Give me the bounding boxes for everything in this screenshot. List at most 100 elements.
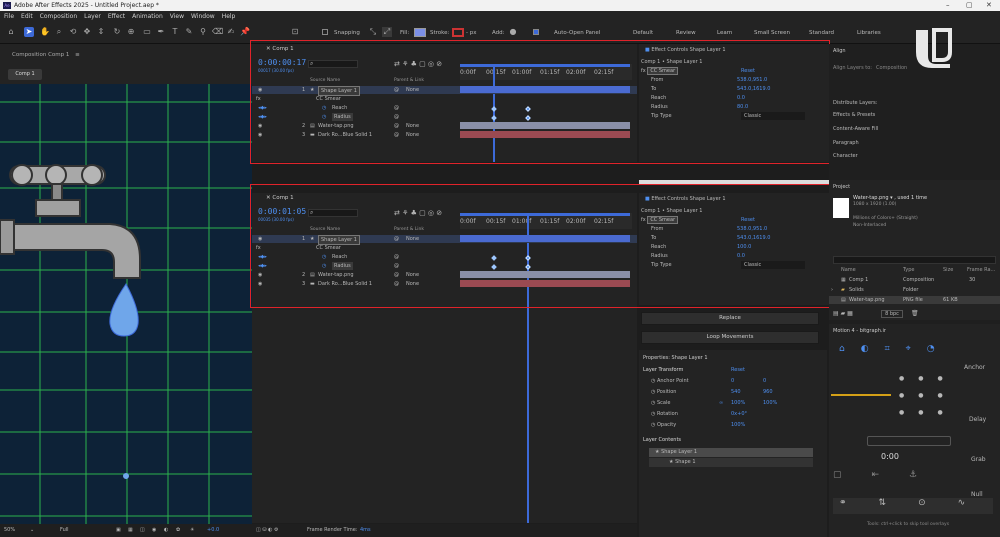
project-search-input[interactable] [833,256,996,264]
prop-rotation[interactable]: ◷ Rotation 0x+0° [651,410,747,418]
motion-bottom-icons[interactable]: ⚭⇅⊙∿ [833,498,993,514]
minimize-icon[interactable]: – [946,0,950,11]
paragraph-panel[interactable]: Paragraph [833,140,859,146]
loop-movements-button[interactable]: Loop Movements [641,331,819,344]
anchor-point-marker[interactable] [123,473,129,479]
pan-behind-tool-icon[interactable]: ⊕ [126,27,136,37]
maximize-icon[interactable]: ▢ [966,0,973,11]
clone-stamp-tool-icon[interactable]: ⚲ [198,27,208,37]
stroke-swatch[interactable] [452,28,464,37]
exposure-value[interactable]: +0.0 [207,524,219,537]
panel-menu-icon[interactable]: ≡ [75,52,80,58]
home-icon[interactable]: ⌂ [6,27,16,37]
character-panel[interactable]: Character [833,153,858,159]
region-of-interest-icon[interactable]: ▣ [116,524,121,537]
snap-option-icon[interactable]: ⤡ [368,27,378,37]
col-frame-rate[interactable]: Frame Ra... [967,266,995,274]
dolly-tool-icon[interactable]: ⇕ [96,27,106,37]
workspace-review[interactable]: Review [676,30,696,36]
comp-tab[interactable]: Comp 1 [8,69,42,80]
brush-tool-icon[interactable]: ✎ [184,27,194,37]
prop-position[interactable]: ◷ Position 540 960 [651,388,773,396]
layer-transform-header[interactable]: Layer Transform [643,366,683,374]
rectangle-tool-icon[interactable]: ▭ [142,27,152,37]
menu-animation[interactable]: Animation [132,13,163,20]
pen-tool-icon[interactable]: ✒ [156,27,166,37]
menu-help[interactable]: Help [222,13,236,20]
align-panel-title[interactable]: Align [833,48,846,54]
transform-reset-link[interactable]: Reset [731,366,745,374]
replace-button[interactable]: Replace [641,312,819,325]
magnification-select[interactable]: 50% [4,524,15,537]
prop-value-1[interactable]: 100% [731,421,745,429]
content-aware-fill-panel[interactable]: Content-Aware Fill [833,126,878,132]
col-type[interactable]: Type [903,266,914,274]
effects-presets-panel[interactable]: Effects & Presets [833,112,875,118]
color-management-icon[interactable]: ✿ [176,524,180,537]
pan-tool-icon[interactable]: ✥ [82,27,92,37]
prop-value-2[interactable]: 0 [763,377,766,385]
rotate-tool-icon[interactable]: ↻ [112,27,122,37]
project-item-water-tap[interactable]: ▤ Water-tap.png PNG file 61 KB [829,296,1000,304]
stroke-width[interactable]: - px [466,30,476,36]
add-icon[interactable]: ● [508,27,518,37]
chevron-down-icon[interactable]: ⌄ [30,524,34,537]
menu-view[interactable]: View [170,13,184,20]
prop-scale[interactable]: ◷ Scale ∞ 100% 100% [651,399,777,407]
camera-snapshot-icon[interactable]: ◉ [152,524,156,537]
menu-composition[interactable]: Composition [40,13,77,20]
snap-edges-icon[interactable]: ⤢ [382,27,392,37]
menu-edit[interactable]: Edit [21,13,33,20]
anchor-grid[interactable]: ●●● ●●● ●●● [899,370,957,421]
mask-visibility-icon[interactable]: ◫ [140,524,145,537]
prop-value-1[interactable]: 0x+0° [731,410,747,418]
link-icon[interactable]: ∞ [719,399,723,407]
type-tool-icon[interactable]: T [170,27,180,37]
bit-depth-button[interactable]: 8 bpc [881,310,903,318]
auto-open-checkbox[interactable] [533,29,539,35]
project-item-solids[interactable]: › ▰ Solids Folder [829,286,1000,294]
project-footer-icons[interactable]: ▤ ▰ ▦ [833,310,853,317]
trash-icon[interactable]: 🗑 [911,310,919,317]
prop-value-2[interactable]: 100% [763,399,777,407]
prop-value-1[interactable]: 0 [731,377,734,385]
exposure-icon[interactable]: ☀ [190,524,194,537]
show-channel-icon[interactable]: ◐ [164,524,168,537]
prop-value-1[interactable]: 540 [731,388,741,396]
hand-tool-icon[interactable]: ✋ [40,27,50,37]
col-size[interactable]: Size [943,266,953,274]
workspace-learn[interactable]: Learn [717,30,732,36]
puppet-tool-icon[interactable]: 📌 [240,27,250,37]
project-item-comp[interactable]: ▦ Comp 1 Composition 30 [829,276,1000,284]
timeline-footer-icons[interactable]: ◫ ⛁ ◐ ⚙ [256,524,279,537]
menu-effect[interactable]: Effect [108,13,125,20]
workspace-default[interactable]: Default [633,30,653,36]
close-icon[interactable]: ✕ [986,0,992,11]
motion-panel-title[interactable]: Motion 4 - bitgraph.ir [833,327,886,335]
orbit-tool-icon[interactable]: ⟲ [68,27,78,37]
contents-item-shape-layer[interactable]: ★ Shape Layer 1 [649,448,813,457]
prop-opacity[interactable]: ◷ Opacity 100% [651,421,745,429]
workspace-libraries[interactable]: Libraries [857,30,881,36]
fill-swatch[interactable] [414,28,426,37]
resolution-select[interactable]: Full [60,524,69,537]
prop-anchor-point[interactable]: ◷ Anchor Point 0 0 [651,377,766,385]
prop-value-2[interactable]: 960 [763,388,773,396]
composition-viewer[interactable] [0,84,252,524]
motion-slider[interactable] [867,436,951,446]
menu-file[interactable]: File [4,13,14,20]
motion-tool-icons[interactable]: ⌂◐⌗⌖◔ [839,344,951,354]
contents-item-shape-1[interactable]: ★ Shape 1 [649,458,813,467]
eraser-tool-icon[interactable]: ⌫ [212,27,223,37]
roto-brush-tool-icon[interactable]: ✍ [226,27,236,37]
workspace-standard[interactable]: Standard [809,30,834,36]
menu-layer[interactable]: Layer [84,13,101,20]
zoom-tool-icon[interactable]: ⌕ [54,27,64,37]
menu-window[interactable]: Window [191,13,215,20]
transparency-grid-icon[interactable]: ▦ [128,524,133,537]
align-target-select[interactable]: Composition [876,65,907,71]
workspace-small-screen[interactable]: Small Screen [754,30,790,36]
col-name[interactable]: Name [841,266,856,274]
snapping-checkbox[interactable] [322,29,328,35]
prop-value-1[interactable]: 100% [731,399,745,407]
